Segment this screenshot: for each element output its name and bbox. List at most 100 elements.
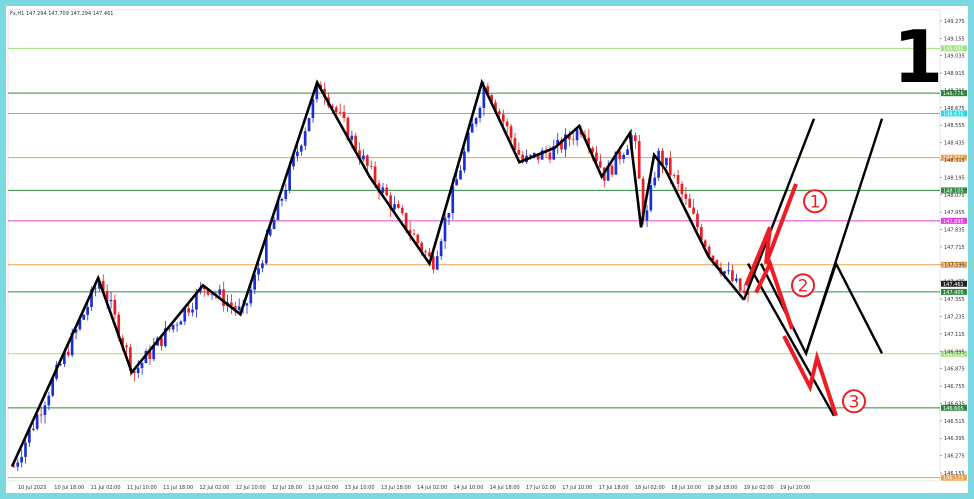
candle-body: [284, 189, 288, 199]
x-tick-label: 18 Jul 02:00: [635, 485, 665, 491]
candle-body: [249, 289, 253, 304]
x-tick-label: 14 Jul 02:00: [417, 485, 447, 491]
candle-body: [400, 207, 404, 214]
x-tick-label: 14 Jul 10:00: [453, 485, 483, 491]
candle-body: [610, 165, 614, 175]
candle-body: [109, 299, 113, 302]
candle-body: [501, 114, 505, 122]
y-tick-label: 146.155: [944, 471, 965, 477]
current-price-label: 147.461: [943, 282, 964, 288]
candle-body: [136, 368, 140, 374]
candle-body: [381, 187, 385, 193]
x-tick-label: 17 Jul 18:00: [599, 485, 629, 491]
x-tick-label: 11 Jul 02:00: [91, 485, 121, 491]
price-chart[interactable]: Fx,H1 147.294 147.709 147.294 147.461 149…: [6, 6, 968, 493]
x-tick-label: 12 Jul 10:00: [236, 485, 266, 491]
x-tick-label: 17 Jul 02:00: [526, 485, 556, 491]
candle-body: [350, 135, 354, 140]
candle-body: [653, 177, 657, 186]
candle-body: [47, 395, 51, 406]
candle-body: [459, 170, 462, 180]
y-tick-label: 148.915: [944, 71, 965, 77]
y-tick-label: 148.675: [944, 106, 965, 112]
candle-body: [509, 126, 513, 139]
y-tick-label: 146.995: [944, 349, 965, 355]
candle-body: [575, 129, 579, 141]
candle-body: [31, 428, 35, 430]
candle-body: [665, 158, 668, 166]
candle-body: [424, 251, 427, 253]
candle-body: [474, 118, 478, 124]
candle-body: [39, 414, 43, 416]
candle-body: [738, 278, 742, 291]
candle-body: [261, 263, 264, 269]
y-tick-label: 147.955: [944, 210, 965, 216]
scenario-marker-label: 2: [798, 276, 809, 296]
candle-body: [35, 414, 39, 429]
candle-body: [692, 207, 695, 214]
y-tick-label: 146.875: [944, 367, 965, 373]
y-tick-label: 146.395: [944, 436, 965, 442]
y-tick-label: 147.115: [944, 332, 965, 338]
x-tick-label: 12 Jul 02:00: [199, 485, 229, 491]
candle-body: [175, 324, 179, 326]
candle-body: [734, 278, 738, 281]
candle-body: [618, 151, 622, 160]
y-tick-label: 149.035: [944, 54, 965, 60]
y-tick-label: 147.835: [944, 228, 965, 234]
candle-body: [680, 183, 684, 195]
x-tick-label: 13 Jul 18:00: [381, 485, 411, 491]
candle-body: [342, 111, 346, 118]
candle-body: [307, 118, 311, 132]
candle-body: [218, 289, 222, 295]
candle-body: [455, 179, 458, 186]
candle-body: [140, 363, 144, 369]
chart-window: Fx,H1 147.294 147.709 147.294 147.461 149…: [6, 6, 968, 493]
candle-body: [365, 155, 369, 166]
candle-body: [478, 107, 482, 119]
candle-body: [548, 152, 552, 160]
level-badge-label: 147.405: [943, 290, 964, 296]
candle-body: [688, 198, 692, 208]
level-badge-label: 148.636: [943, 111, 964, 117]
candle-body: [657, 150, 660, 178]
y-tick-label: 149.155: [944, 36, 965, 42]
y-tick-label: 146.635: [944, 401, 965, 407]
x-tick-label: 17 Jul 10:00: [562, 485, 592, 491]
level-badge-label: 147.895: [943, 219, 964, 225]
scenario-marker-label: 3: [849, 392, 860, 412]
candle-body: [626, 149, 629, 155]
x-tick-label: 11 Jul 18:00: [163, 485, 193, 491]
candle-body: [296, 151, 299, 157]
x-tick-label: 19 Jul 10:00: [780, 485, 810, 491]
candle-body: [43, 405, 47, 416]
candle-body: [299, 145, 303, 152]
candle-body: [637, 141, 641, 179]
symbol-header: Fx,H1 147.294 147.709 147.294 147.461: [10, 11, 113, 17]
y-tick-label: 148.435: [944, 141, 965, 147]
candle-body: [443, 217, 447, 242]
candle-body: [272, 219, 276, 230]
y-tick-label: 147.595: [944, 262, 965, 268]
candle-body: [633, 135, 637, 142]
x-tick-label: 19 Jul 02:00: [744, 485, 774, 491]
candle-body: [668, 158, 672, 175]
y-tick-label: 148.315: [944, 158, 965, 164]
candle-body: [470, 123, 474, 133]
candle-body: [571, 139, 575, 141]
candle-body: [498, 111, 501, 115]
candle-body: [280, 198, 284, 201]
candle-body: [428, 252, 431, 257]
candle-body: [622, 154, 626, 160]
candle-body: [257, 268, 260, 275]
x-tick-label: 10 Jul 18:00: [54, 485, 84, 491]
projection-line: [742, 118, 816, 301]
candle-body: [676, 175, 680, 184]
x-tick-label: 11 Jul 10:00: [127, 485, 157, 491]
candle-body: [82, 314, 86, 320]
candle-body: [334, 107, 338, 112]
panel-number: 1: [893, 15, 943, 99]
x-tick-label: 14 Jul 18:00: [490, 485, 520, 491]
y-tick-label: 148.075: [944, 193, 965, 199]
y-tick-label: 146.275: [944, 454, 965, 460]
